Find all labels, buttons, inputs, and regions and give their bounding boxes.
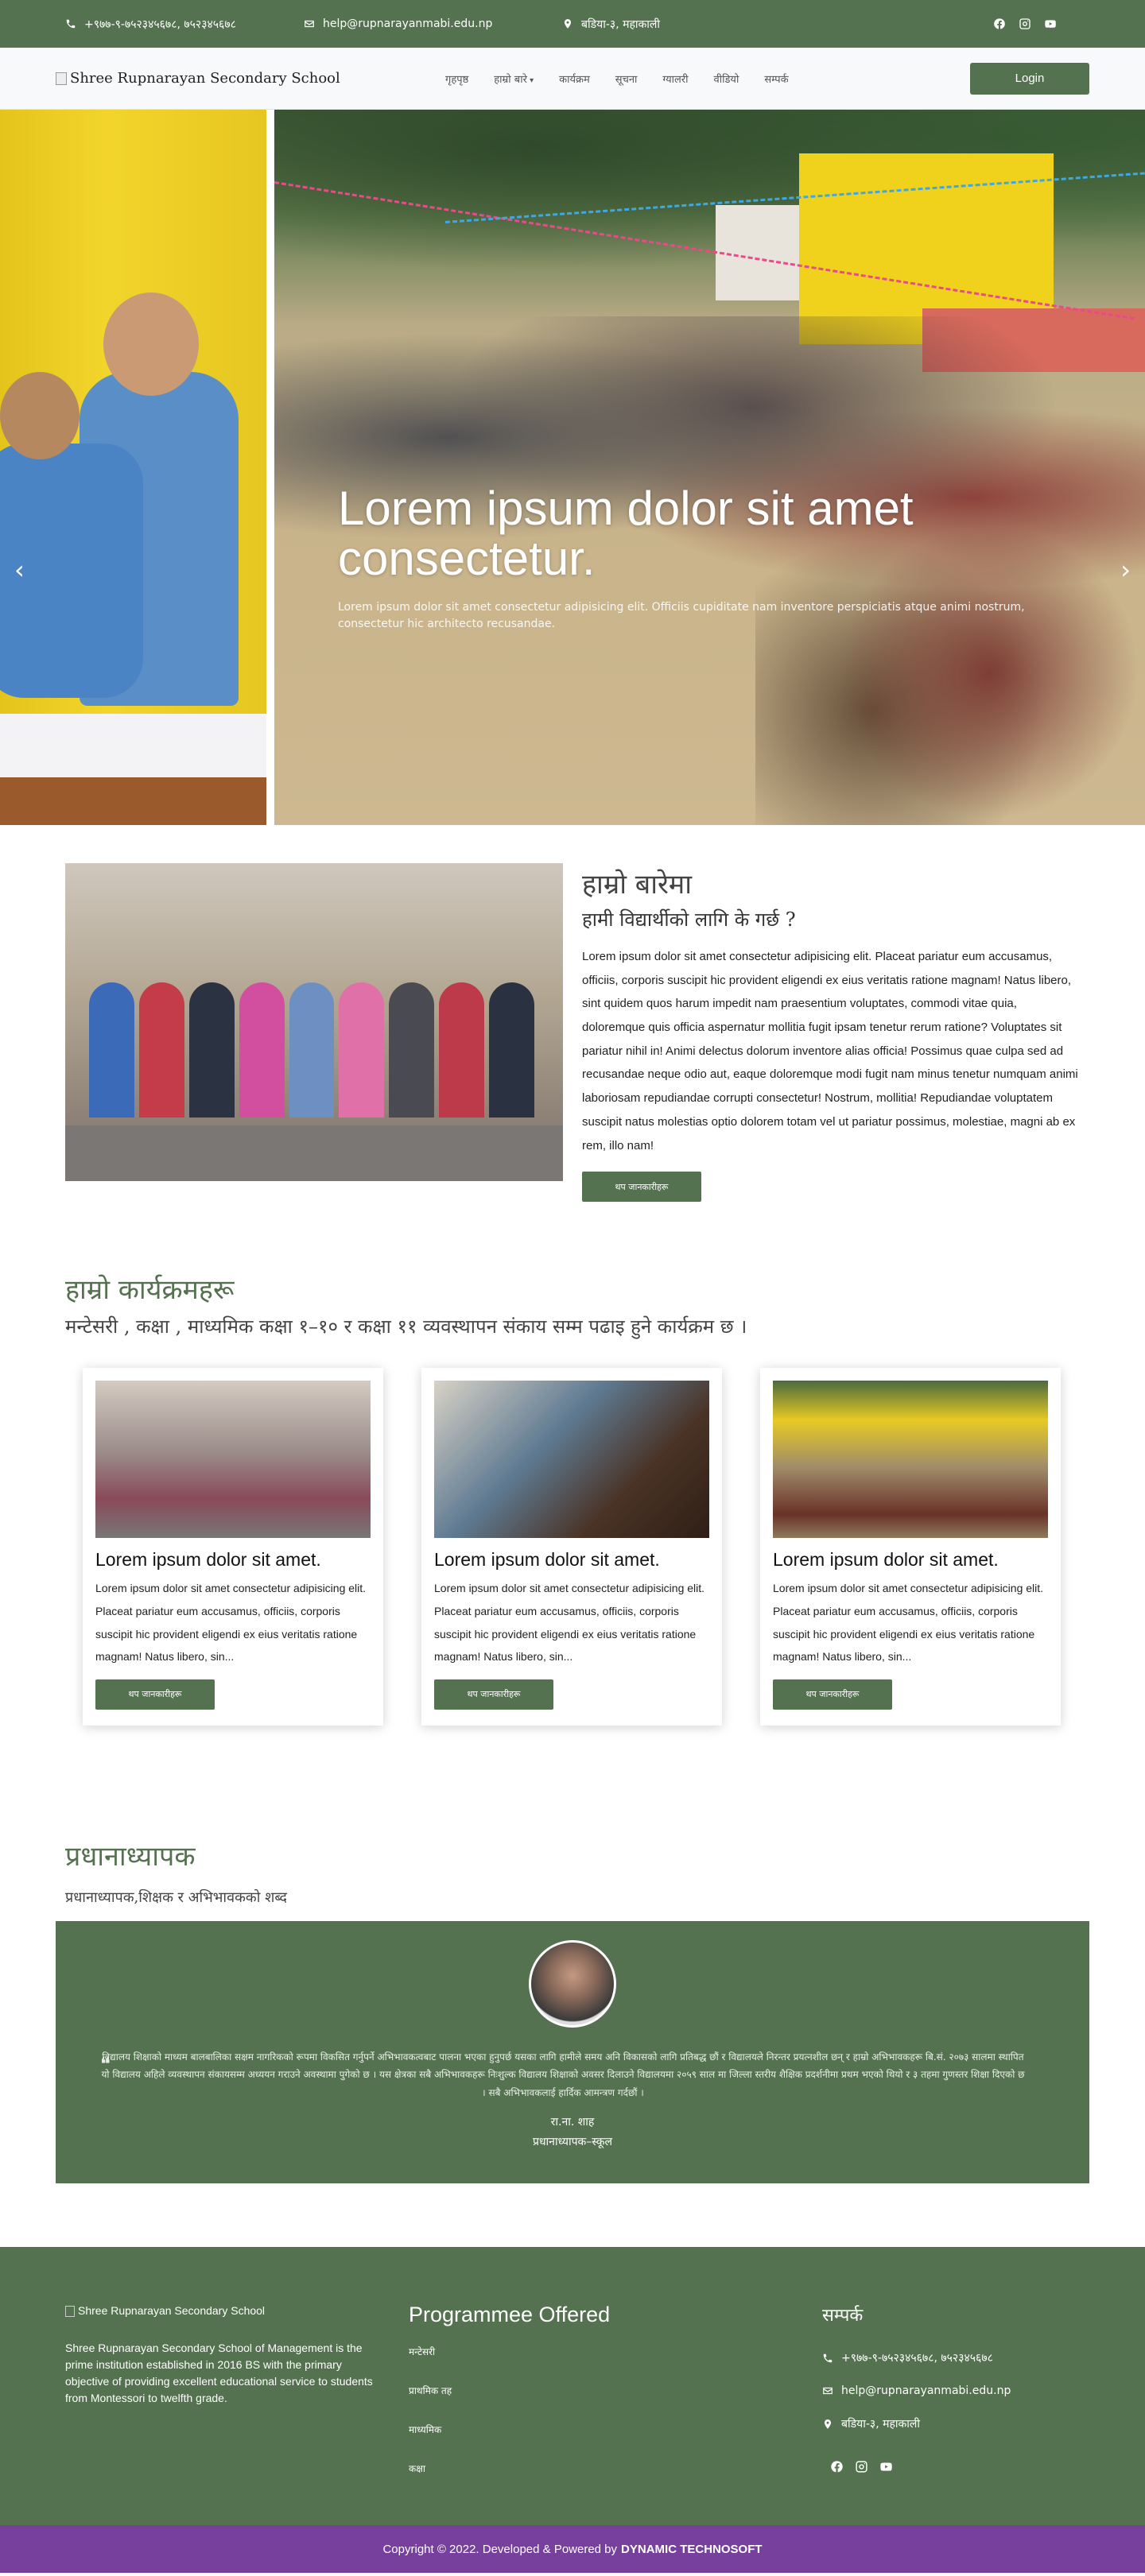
topbar-address-text: बडिया-३, महाकाली [581, 17, 661, 31]
site-footer: Shree Rupnarayan Secondary School Shree … [0, 2247, 1145, 2526]
footer-programmes-title: Programmee Offered [409, 2303, 611, 2327]
principal-subtitle: प्रधानाध्यापक,शिक्षक र अभिभावकको शब्द [65, 1889, 287, 1907]
youtube-icon[interactable] [879, 2460, 893, 2477]
program-card-more-button[interactable]: थप जानकारीहरू [434, 1679, 553, 1710]
program-card-more-button[interactable]: थप जानकारीहरू [773, 1679, 892, 1710]
footer-programme-link[interactable]: माध्यमिक [409, 2423, 822, 2436]
footer-about-text: Shree Rupnarayan Secondary School of Man… [65, 2342, 373, 2405]
footer-logo[interactable]: Shree Rupnarayan Secondary School [65, 2303, 383, 2319]
quote-icon: ❝ [100, 2053, 111, 2076]
footer-address-text: बडिया-३, महाकाली [841, 2418, 921, 2431]
about-photo [65, 863, 563, 1181]
nav-menu: गृहपृष्ठ हाम्रो बारे कार्यक्रम सूचना ग्य… [445, 72, 789, 86]
hero-carousel: Lorem ipsum dolor sit amet consectetur. … [0, 110, 1145, 825]
facebook-icon[interactable] [992, 17, 1007, 31]
broken-image-icon [56, 72, 67, 85]
topbar-phone[interactable]: +९७७-९-७५२३४५६७८, ७५२३४५६७८ [65, 17, 304, 32]
program-card-text: Lorem ipsum dolor sit amet consectetur a… [773, 1582, 1044, 1664]
location-pin-icon [824, 2419, 832, 2429]
testimonial-role: प्रधानाध्यापक–स्कूल [532, 2135, 612, 2148]
copyright-text: Copyright © 2022. Developed & Powered by [382, 2542, 618, 2556]
avatar [529, 1940, 616, 2028]
programs-section: हाम्रो कार्यक्रमहरू मन्टेसरी , कक्षा , म… [0, 1202, 1145, 1726]
footer-address: बडिया-३, महाकाली [822, 2416, 1011, 2431]
hero-text: Lorem ipsum dolor sit amet consectetur a… [338, 601, 1025, 630]
footer-programme-link[interactable]: कक्षा [409, 2462, 822, 2475]
nav-item-video[interactable]: वीडियो [713, 72, 739, 86]
top-contact-bar: +९७७-९-७५२३४५६७८, ७५२३४५६७८ help@rupnara… [0, 0, 1145, 48]
program-card-title: Lorem ipsum dolor sit amet. [773, 1549, 999, 1571]
location-pin-icon [564, 19, 572, 29]
program-card: Lorem ipsum dolor sit amet. Lorem ipsum … [83, 1368, 383, 1726]
logo-alt-text: Shree Rupnarayan Secondary School [70, 70, 340, 87]
program-card: Lorem ipsum dolor sit amet. Lorem ipsum … [760, 1368, 1061, 1726]
envelope-icon [823, 2388, 833, 2395]
program-card-title: Lorem ipsum dolor sit amet. [95, 1549, 321, 1571]
instagram-icon[interactable] [1018, 17, 1032, 31]
about-subtitle: हामी विद्यार्थीको लागि के गर्छ ? [582, 908, 796, 931]
nav-item-programs[interactable]: कार्यक्रम [559, 72, 590, 86]
copyright-bar: Copyright © 2022. Developed & Powered by… [0, 2525, 1145, 2574]
footer-programme-link[interactable]: मन्टेसरी [409, 2345, 822, 2358]
nav-item-home[interactable]: गृहपृष्ठ [445, 72, 468, 86]
facebook-icon[interactable] [830, 2460, 844, 2477]
program-card-image [773, 1381, 1048, 1539]
program-card-title: Lorem ipsum dolor sit amet. [434, 1549, 660, 1571]
footer-phone[interactable]: +९७७-९-७५२३४५६७८, ७५२३४५६७८ [822, 2350, 1011, 2365]
site-logo[interactable]: Shree Rupnarayan Secondary School [56, 70, 445, 87]
carousel-prev-icon[interactable]: ‹ [14, 555, 25, 585]
program-card-text: Lorem ipsum dolor sit amet consectetur a… [95, 1582, 367, 1664]
topbar-email[interactable]: help@rupnarayanmabi.edu.np [304, 17, 562, 30]
about-text: Lorem ipsum dolor sit amet consectetur a… [582, 950, 1078, 1152]
main-navbar: Shree Rupnarayan Secondary School गृहपृष… [0, 48, 1145, 110]
footer-email-text: help@rupnarayanmabi.edu.np [841, 2384, 1011, 2398]
phone-icon [66, 19, 76, 29]
program-card: Lorem ipsum dolor sit amet. Lorem ipsum … [421, 1368, 722, 1726]
programs-title: हाम्रो कार्यक्रमहरू [65, 1274, 235, 1307]
footer-programme-link[interactable]: प्राथमिक तह [409, 2384, 822, 2397]
developer-link[interactable]: DYNAMIC TECHNOSOFT [621, 2543, 763, 2556]
broken-image-icon [65, 2305, 75, 2317]
about-title: हाम्रो बारेमा [582, 869, 693, 901]
testimonial-quote: ❝ विद्यालय शिक्षाको माध्यम बालबालिका सक्… [100, 2048, 1026, 2101]
testimonial-name: रा.ना. शाह [550, 2115, 595, 2129]
testimonial-quote-text: विद्यालय शिक्षाको माध्यम बालबालिका सक्षम… [101, 2051, 1025, 2098]
footer-contact-title: सम्पर्क [822, 2306, 864, 2326]
footer-logo-alt: Shree Rupnarayan Secondary School [78, 2304, 266, 2318]
youtube-icon[interactable] [1043, 17, 1058, 31]
program-card-image [95, 1381, 371, 1539]
instagram-icon[interactable] [855, 2460, 868, 2477]
nav-item-contact[interactable]: सम्पर्क [764, 72, 788, 86]
nav-item-about-dropdown[interactable]: हाम्रो बारे [494, 72, 534, 86]
carousel-next-icon[interactable]: › [1120, 555, 1131, 585]
program-card-image [434, 1381, 709, 1539]
about-more-button[interactable]: थप जानकारीहरू [582, 1172, 701, 1203]
phone-icon [823, 2353, 833, 2362]
programs-subtitle: मन्टेसरी , कक्षा , माध्यमिक कक्षा १–१० र… [65, 1315, 747, 1338]
footer-social-links [822, 2460, 1011, 2477]
footer-phone-text: +९७७-९-७५२३४५६७८, ७५२३४५६७८ [841, 2352, 993, 2365]
testimonial-box: ❝ विद्यालय शिक्षाको माध्यम बालबालिका सक्… [56, 1921, 1089, 2184]
hero-caption: Lorem ipsum dolor sit amet consectetur. … [338, 483, 1038, 633]
principal-title: प्रधानाध्यापक [65, 1841, 196, 1873]
topbar-address: बडिया-३, महाकाली [562, 17, 660, 32]
footer-email[interactable]: help@rupnarayanmabi.edu.np [822, 2384, 1011, 2397]
topbar-social-links [992, 17, 1058, 31]
envelope-icon [305, 20, 314, 28]
about-section: हाम्रो बारेमा हामी विद्यार्थीको लागि के … [0, 825, 1145, 1203]
hero-title: Lorem ipsum dolor sit amet consectetur. [338, 482, 914, 585]
topbar-phone-text: +९७७-९-७५२३४५६७८, ७५२३४५६७८ [84, 17, 236, 31]
principal-message-section: प्रधानाध्यापक प्रधानाध्यापक,शिक्षक र अभि… [0, 1726, 1145, 2184]
previous-slide-image [0, 110, 266, 825]
nav-item-gallery[interactable]: ग्यालरी [662, 72, 688, 86]
nav-item-notice[interactable]: सूचना [615, 72, 638, 86]
program-card-more-button[interactable]: थप जानकारीहरू [95, 1679, 215, 1710]
program-card-text: Lorem ipsum dolor sit amet consectetur a… [434, 1582, 705, 1664]
topbar-email-text: help@rupnarayanmabi.edu.np [323, 17, 493, 30]
login-button[interactable]: Login [970, 62, 1089, 95]
